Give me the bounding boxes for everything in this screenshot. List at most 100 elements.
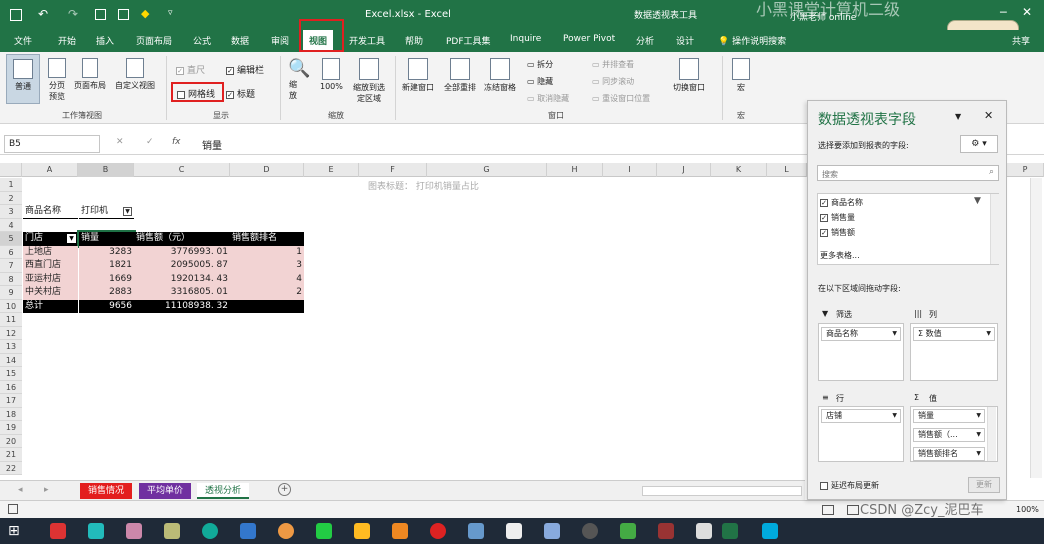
- tab-data[interactable]: 数据: [231, 34, 249, 47]
- headings-checkbox[interactable]: ✓ 标题: [226, 87, 255, 100]
- tab-developer[interactable]: 开发工具: [349, 34, 385, 47]
- row-header[interactable]: 9: [0, 286, 22, 300]
- split-button[interactable]: ▭ 拆分: [527, 59, 553, 70]
- column-header-k[interactable]: K: [711, 163, 767, 177]
- row-field-store[interactable]: 店铺 ▼: [821, 409, 901, 423]
- pivot-header-sales-amount[interactable]: 销售额（元）: [134, 232, 230, 246]
- update-button[interactable]: 更新: [968, 477, 1000, 493]
- pane-options-icon[interactable]: ▼: [955, 112, 961, 121]
- sync-scroll-button[interactable]: ▭ 同步滚动: [592, 76, 634, 87]
- ruler-checkbox[interactable]: ✓ 直尺: [176, 63, 205, 76]
- app-icon[interactable]: [582, 523, 598, 539]
- tab-page-layout[interactable]: 页面布局: [136, 34, 172, 47]
- sales-rank[interactable]: 1: [230, 245, 304, 259]
- add-sheet-icon[interactable]: +: [278, 483, 291, 496]
- image-icon[interactable]: [118, 9, 129, 20]
- field-search-input[interactable]: 搜索 ⌕: [817, 165, 999, 181]
- customize-icon[interactable]: ▿: [168, 8, 173, 18]
- cancel-icon[interactable]: ✕: [116, 137, 124, 147]
- zoom-level[interactable]: 100%: [1016, 505, 1039, 514]
- tab-analyze[interactable]: 分析: [636, 34, 654, 47]
- row-header[interactable]: 14: [0, 353, 22, 367]
- row-header[interactable]: 8: [0, 272, 22, 286]
- prev-sheet-icon[interactable]: ◂: [18, 485, 23, 495]
- column-header-b[interactable]: B: [78, 163, 134, 177]
- undo-icon[interactable]: ↶: [38, 7, 48, 21]
- unhide-button[interactable]: ▭ 取消隐藏: [527, 93, 569, 104]
- macro-record-icon[interactable]: [8, 504, 18, 514]
- sales-qty[interactable]: 2883: [79, 286, 134, 300]
- row-header[interactable]: 19: [0, 421, 22, 435]
- column-header-f[interactable]: F: [359, 163, 427, 177]
- store-name[interactable]: 西直门店: [23, 259, 78, 273]
- value-field-amount[interactable]: 销售额（... ▼: [913, 428, 985, 442]
- pane-settings-button[interactable]: ⚙ ▾: [960, 135, 998, 153]
- page-layout-status-icon[interactable]: [847, 505, 859, 515]
- tab-inquire[interactable]: Inquire: [510, 34, 541, 44]
- row-header[interactable]: 1: [0, 178, 22, 192]
- row-header[interactable]: 4: [0, 218, 22, 232]
- excel-taskbar-icon[interactable]: [722, 523, 738, 539]
- switch-windows-button[interactable]: 切换窗口: [673, 58, 705, 93]
- pane-close-icon[interactable]: ✕: [984, 109, 993, 122]
- column-header-c[interactable]: C: [134, 163, 230, 177]
- column-header-p[interactable]: P: [1007, 163, 1044, 177]
- vertical-scrollbar[interactable]: [1030, 178, 1042, 478]
- new-window-button[interactable]: 新建窗口: [402, 58, 434, 93]
- app-icon[interactable]: [544, 523, 560, 539]
- sales-amount[interactable]: 2095005. 87: [134, 259, 230, 273]
- zoom-100-button[interactable]: 100%: [320, 58, 343, 91]
- wechat-icon[interactable]: [316, 523, 332, 539]
- page-layout-view-button[interactable]: 页面布局: [74, 58, 106, 91]
- row-header[interactable]: 21: [0, 448, 22, 462]
- column-header-i[interactable]: I: [603, 163, 657, 177]
- app-icon[interactable]: [240, 523, 256, 539]
- share-button[interactable]: 共享: [1012, 34, 1030, 47]
- column-header-a[interactable]: A: [22, 163, 78, 177]
- sheet-tab-avg-price[interactable]: 平均单价: [139, 483, 192, 499]
- row-header[interactable]: 22: [0, 461, 22, 475]
- app-icon[interactable]: [762, 523, 778, 539]
- more-tables-link[interactable]: 更多表格...: [820, 250, 860, 261]
- normal-view-status-icon[interactable]: [822, 505, 834, 515]
- row-header[interactable]: 2: [0, 191, 22, 205]
- app-icon[interactable]: [620, 523, 636, 539]
- column-header-e[interactable]: E: [304, 163, 359, 177]
- app-icon[interactable]: [392, 523, 408, 539]
- field-item-product[interactable]: ✓ 商品名称: [820, 197, 863, 208]
- name-box[interactable]: B5: [4, 135, 100, 153]
- formula-bar-checkbox[interactable]: ✓ 编辑栏: [226, 63, 264, 76]
- tab-home[interactable]: 开始: [58, 34, 76, 47]
- dropdown-icon[interactable]: ▼: [67, 234, 76, 243]
- column-header-g[interactable]: G: [427, 163, 547, 177]
- store-name[interactable]: 上地店: [23, 245, 78, 259]
- normal-view-button[interactable]: 普通: [6, 54, 40, 104]
- app-icon[interactable]: [164, 523, 180, 539]
- values-scrollbar[interactable]: [987, 407, 996, 461]
- tab-design[interactable]: 设计: [676, 34, 694, 47]
- enter-icon[interactable]: ✓: [146, 137, 154, 147]
- tell-me-search[interactable]: 💡 操作说明搜索: [718, 34, 786, 47]
- app-icon[interactable]: [126, 523, 142, 539]
- macros-button[interactable]: 宏: [732, 58, 750, 93]
- row-header[interactable]: 5: [0, 232, 22, 246]
- save-icon[interactable]: [10, 9, 22, 21]
- tab-pdf[interactable]: PDF工具集: [446, 34, 491, 47]
- tab-help[interactable]: 帮助: [405, 34, 423, 47]
- reset-position-button[interactable]: ▭ 重设窗口位置: [592, 93, 650, 104]
- column-header-h[interactable]: H: [547, 163, 603, 177]
- formula-input[interactable]: 销量: [202, 137, 222, 152]
- column-field-values[interactable]: Σ 数值 ▼: [913, 327, 995, 341]
- next-sheet-icon[interactable]: ▸: [44, 485, 49, 495]
- row-header[interactable]: 13: [0, 340, 22, 354]
- row-header[interactable]: 10: [0, 299, 22, 313]
- sales-amount[interactable]: 1920134. 43: [134, 272, 230, 286]
- field-item-sales-amount[interactable]: ✓ 销售额: [820, 227, 855, 238]
- value-field-rank[interactable]: 销售额排名 ▼: [913, 447, 985, 461]
- app-icon[interactable]: [468, 523, 484, 539]
- app-icon[interactable]: [430, 523, 446, 539]
- column-header-l[interactable]: L: [767, 163, 807, 177]
- total-rank[interactable]: [230, 299, 304, 313]
- side-by-side-button[interactable]: ▭ 并排查看: [592, 59, 634, 70]
- filter-field-product[interactable]: 商品名称 ▼: [821, 327, 901, 341]
